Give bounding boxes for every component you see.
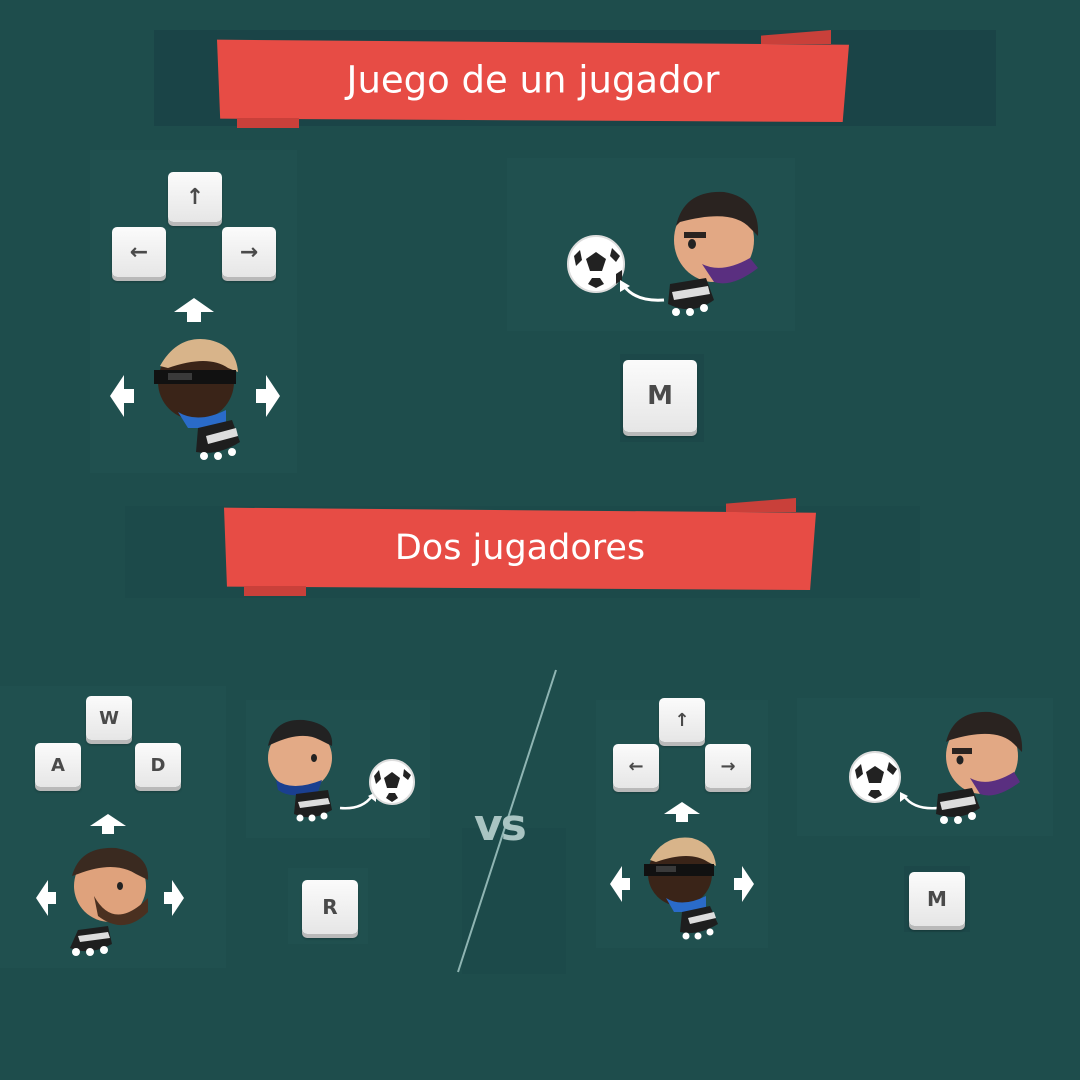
soccer-ball-icon	[849, 751, 901, 803]
arrow-left-icon	[610, 866, 630, 902]
kick-arrow-icon	[620, 280, 665, 302]
key-w: W	[86, 696, 132, 740]
ribbon-tail	[237, 118, 299, 128]
key-d: D	[135, 743, 181, 787]
key-a: A	[35, 743, 81, 787]
key-m-p2: M	[909, 872, 965, 926]
arrow-left-icon	[36, 880, 56, 916]
arrow-right-icon	[164, 880, 184, 916]
key-r: R	[302, 880, 358, 934]
arrow-left-icon	[110, 375, 134, 417]
key-left: ←	[112, 227, 166, 277]
section-title-single-player: Juego de un jugador	[346, 58, 720, 102]
arrow-up-icon	[90, 814, 126, 834]
player-head-bearded-icon	[70, 847, 149, 956]
soccer-ball-icon	[369, 759, 415, 805]
key-up: ↑	[168, 172, 222, 222]
ribbon-two-players: Dos jugadores	[224, 498, 816, 596]
section-title-two-players: Dos jugadores	[394, 528, 646, 568]
player-head-striker-icon	[668, 191, 759, 316]
arrow-right-icon	[734, 866, 754, 902]
key-up: ↑	[659, 698, 705, 742]
player-head-striker-icon	[936, 711, 1023, 824]
player-head-masked-icon	[644, 837, 718, 940]
player-head-masked-icon	[154, 339, 240, 460]
vs-label: vs	[474, 800, 527, 851]
arrow-right-icon	[256, 375, 280, 417]
arrow-up-icon	[174, 298, 214, 322]
key-left: ←	[613, 744, 659, 788]
ribbon-single-player: Juego de un jugador	[217, 30, 849, 128]
arrow-up-icon	[664, 802, 700, 822]
key-right: →	[222, 227, 276, 277]
key-right: →	[705, 744, 751, 788]
player-head-striker-icon	[268, 719, 333, 822]
key-m-single: M	[623, 360, 697, 432]
ribbon-tail	[726, 498, 796, 512]
ribbon-tail	[244, 586, 306, 596]
